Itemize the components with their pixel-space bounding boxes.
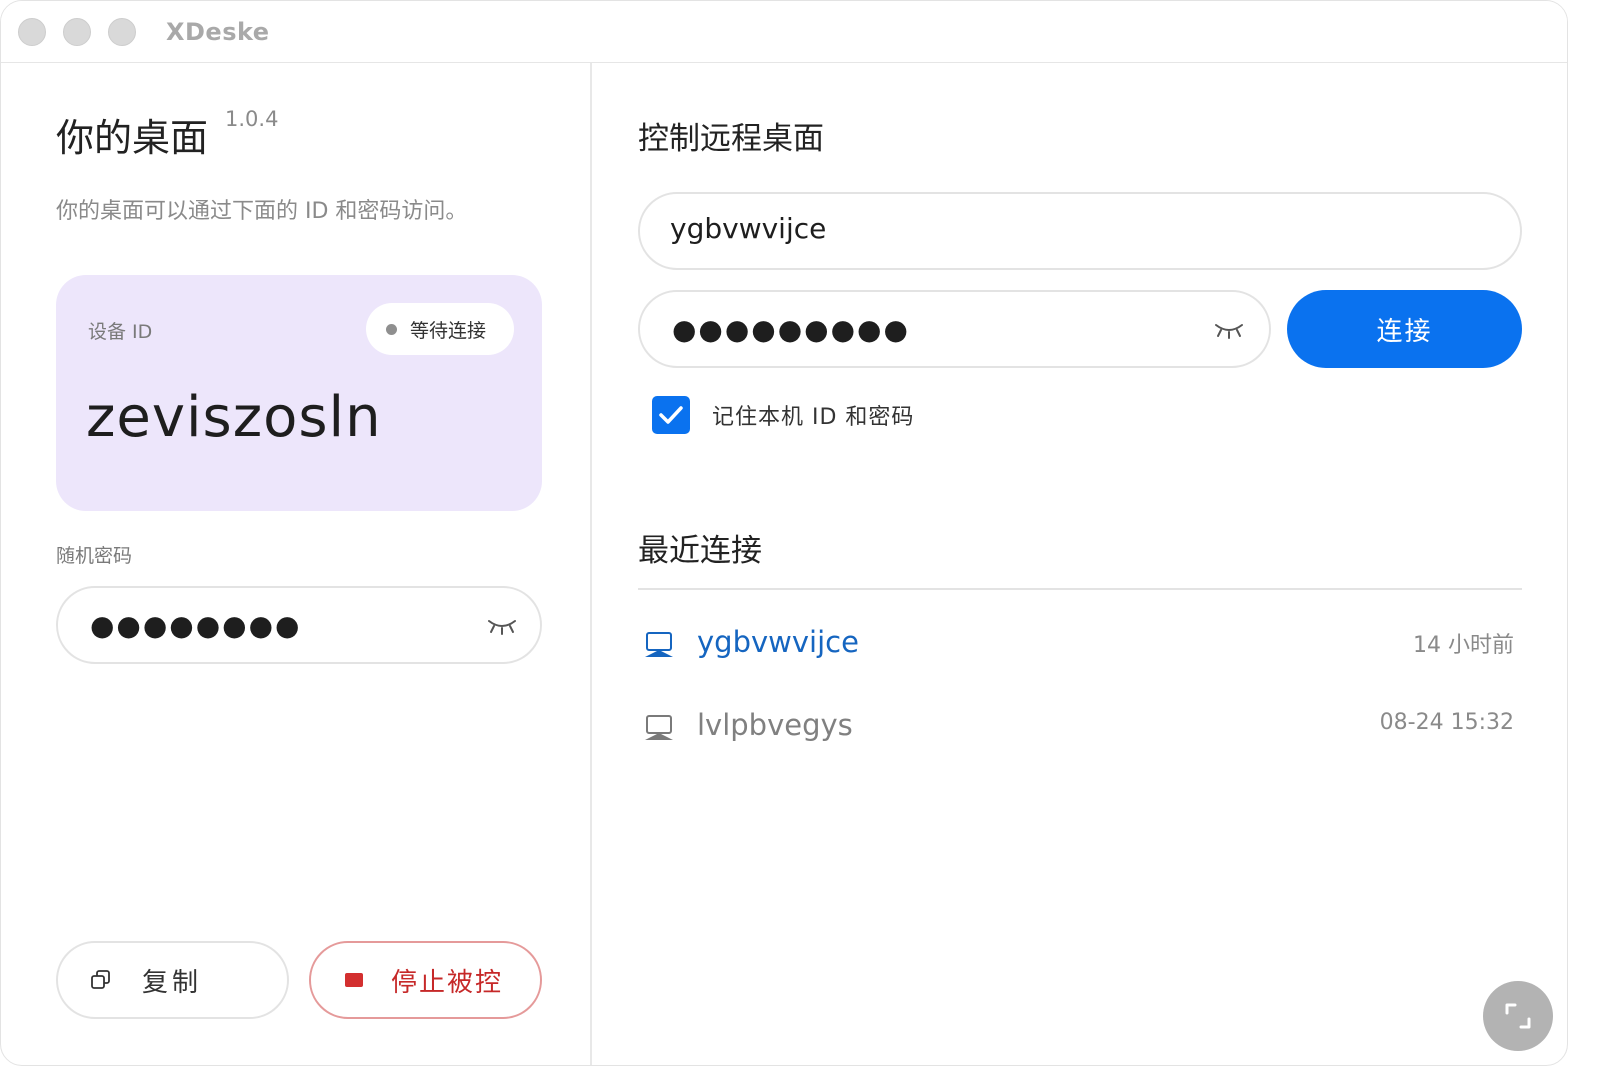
monitor-icon xyxy=(645,632,673,657)
expand-icon xyxy=(1505,1003,1531,1029)
copy-button-label: 复制 xyxy=(142,967,203,998)
remember-checkbox[interactable] xyxy=(652,396,690,434)
stop-icon xyxy=(345,973,363,987)
random-password-value: ●●●●●●●● xyxy=(90,609,302,642)
stop-control-label: 停止被控 xyxy=(391,967,504,998)
status-dot-icon xyxy=(386,323,397,335)
app-window: XDeske 你的桌面 1.0.4 你的桌面可以通过下面的 ID 和密码访问。 … xyxy=(0,0,1568,1066)
window-title: XDeske xyxy=(166,18,270,46)
device-id-label: 设备 ID xyxy=(88,321,153,343)
remote-control-title: 控制远程桌面 xyxy=(638,121,824,157)
remember-row[interactable]: 记住本机 ID 和密码 xyxy=(652,396,914,434)
eye-closed-icon[interactable] xyxy=(486,616,518,636)
recent-item[interactable]: ygbvwvijce 14 小时前 xyxy=(638,615,1522,675)
recent-item-name[interactable]: ygbvwvijce xyxy=(697,625,859,659)
version-label: 1.0.4 xyxy=(225,107,279,131)
status-badge: 等待连接 xyxy=(366,303,514,355)
expand-button[interactable] xyxy=(1483,981,1553,1051)
zoom-window-button[interactable] xyxy=(108,18,136,46)
stop-control-button[interactable]: 停止被控 xyxy=(309,941,542,1019)
recent-divider xyxy=(638,588,1522,590)
remote-id-input[interactable]: ygbvwvijce xyxy=(638,192,1522,270)
close-window-button[interactable] xyxy=(18,18,46,46)
minimize-window-button[interactable] xyxy=(63,18,91,46)
remote-password-input[interactable]: ●●●●●●●●● xyxy=(638,290,1271,368)
recent-connections-title: 最近连接 xyxy=(638,533,762,569)
copy-button[interactable]: 复制 xyxy=(56,941,289,1019)
remember-label: 记住本机 ID 和密码 xyxy=(712,405,915,430)
your-desktop-subtitle: 你的桌面可以通过下面的 ID 和密码访问。 xyxy=(56,199,468,224)
recent-item-name[interactable]: lvlpbvegys xyxy=(697,708,853,742)
copy-icon xyxy=(91,970,110,989)
random-password-label: 随机密码 xyxy=(56,545,133,567)
panel-divider xyxy=(590,63,592,1065)
remote-password-value: ●●●●●●●●● xyxy=(672,313,910,346)
random-password-field[interactable]: ●●●●●●●● xyxy=(56,586,542,664)
recent-item[interactable]: lvlpbvegys 08-24 15:32 xyxy=(638,698,1522,758)
title-bar: XDeske xyxy=(1,1,1567,63)
connect-button[interactable]: 连接 xyxy=(1287,290,1522,368)
recent-item-time: 14 小时前 xyxy=(1413,633,1514,658)
check-icon xyxy=(659,406,683,424)
eye-closed-icon[interactable] xyxy=(1213,320,1245,340)
your-desktop-title: 你的桌面 xyxy=(56,116,209,160)
status-text: 等待连接 xyxy=(410,319,487,342)
device-id-value[interactable]: zeviszosln xyxy=(86,385,382,450)
device-id-card: 设备 ID 等待连接 zeviszosln xyxy=(56,275,542,511)
monitor-icon xyxy=(645,715,673,740)
remote-id-value: ygbvwvijce xyxy=(670,212,827,245)
recent-item-time: 08-24 15:32 xyxy=(1379,710,1514,735)
